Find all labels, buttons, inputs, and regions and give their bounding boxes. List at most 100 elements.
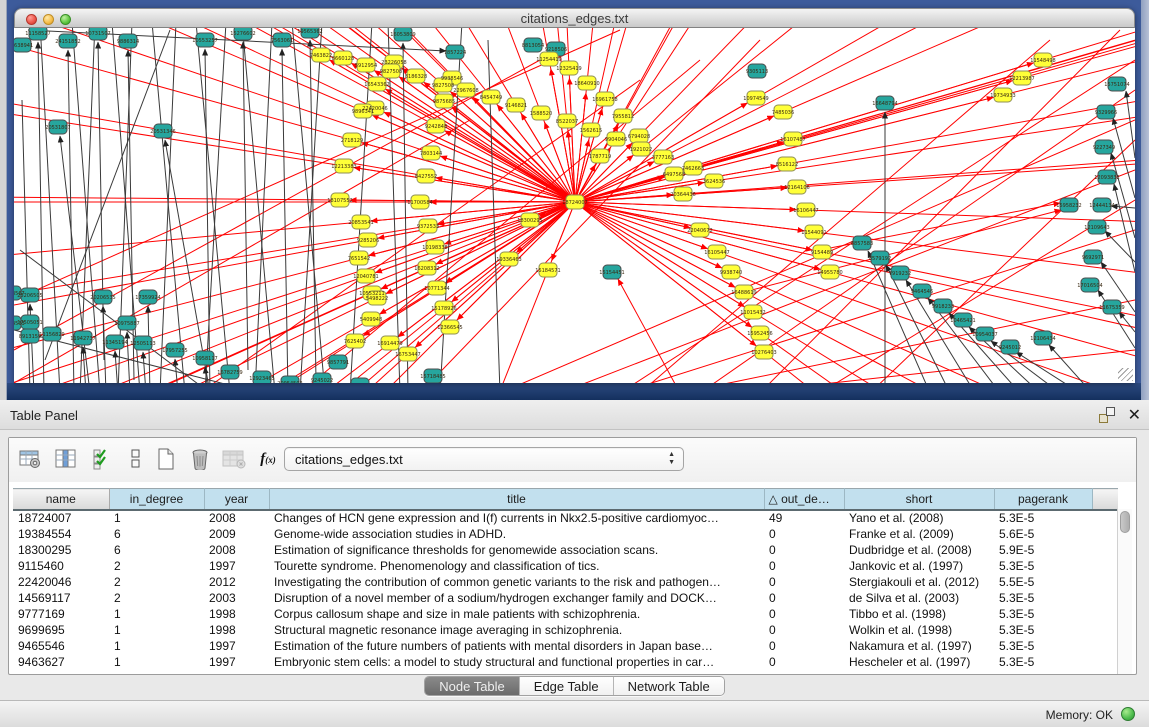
float-panel-icon[interactable] [1099, 407, 1115, 423]
table-cell[interactable] [1092, 510, 1118, 526]
delete-column-button[interactable] [187, 446, 213, 472]
table-cell[interactable]: 2 [109, 574, 204, 590]
show-columns-button[interactable] [53, 446, 79, 472]
table-cell[interactable] [1092, 606, 1118, 622]
table-cell[interactable]: 0 [764, 526, 844, 542]
table-cell[interactable]: Tourette syndrome. Phenomenology and cla… [269, 558, 764, 574]
table-cell[interactable]: 0 [764, 590, 844, 606]
table-row[interactable]: 1872400712008Changes of HCN gene express… [13, 510, 1118, 526]
table-cell[interactable]: 0 [764, 574, 844, 590]
table-cell[interactable]: 2 [109, 590, 204, 606]
table-cell[interactable]: 14569117 [13, 590, 109, 606]
column-header-name[interactable]: name [13, 489, 109, 510]
table-cell[interactable]: 9777169 [13, 606, 109, 622]
table-cell[interactable]: 9465546 [13, 638, 109, 654]
table-row[interactable]: 946362711997Embryonic stem cells: a mode… [13, 654, 1118, 670]
table-cell[interactable]: Embryonic stem cells: a model to study s… [269, 654, 764, 670]
table-cell[interactable] [1092, 542, 1118, 558]
table-cell[interactable]: 2 [109, 558, 204, 574]
table-cell[interactable]: Corpus callosum shape and size in male p… [269, 606, 764, 622]
table-cell[interactable]: Estimation of significance thresholds fo… [269, 542, 764, 558]
table-cell[interactable] [1092, 622, 1118, 638]
table-cell[interactable]: 1998 [204, 606, 269, 622]
table-cell[interactable]: de Silva et al. (2003) [844, 590, 994, 606]
table-cell[interactable]: Nakamura et al. (1997) [844, 638, 994, 654]
network-window-titlebar[interactable]: citations_edges.txt [14, 8, 1135, 28]
table-cell[interactable]: Franke et al. (2009) [844, 526, 994, 542]
table-cell[interactable]: 9463627 [13, 654, 109, 670]
table-cell[interactable]: 0 [764, 606, 844, 622]
table-cell[interactable]: 6 [109, 542, 204, 558]
row-height-button[interactable] [123, 446, 149, 472]
table-cell[interactable]: Jankovic et al. (1997) [844, 558, 994, 574]
table-cell[interactable]: 1 [109, 606, 204, 622]
column-header-out_degree[interactable]: △ out_de… [764, 489, 844, 510]
scrollbar-thumb[interactable] [1120, 511, 1130, 533]
table-cell[interactable]: 1997 [204, 654, 269, 670]
table-cell[interactable]: Structural magnetic resonance image aver… [269, 622, 764, 638]
table-cell[interactable]: Stergiakouli et al. (2012) [844, 574, 994, 590]
table-cell[interactable] [1092, 574, 1118, 590]
table-cell[interactable]: Hescheler et al. (1997) [844, 654, 994, 670]
table-row[interactable]: 977716911998Corpus callosum shape and si… [13, 606, 1118, 622]
table-cell[interactable]: 2008 [204, 542, 269, 558]
table-cell[interactable]: 5.3E-5 [994, 606, 1092, 622]
memory-indicator-icon[interactable] [1121, 707, 1135, 721]
table-row[interactable]: 2242004622012Investigating the contribut… [13, 574, 1118, 590]
table-cell[interactable]: 0 [764, 622, 844, 638]
table-cell[interactable] [1092, 590, 1118, 606]
column-header-short[interactable]: short [844, 489, 994, 510]
window-resize-grip[interactable] [1118, 368, 1133, 381]
table-cell[interactable]: Wolkin et al. (1998) [844, 622, 994, 638]
table-cell[interactable] [1092, 558, 1118, 574]
table-cell[interactable]: 18724007 [13, 510, 109, 526]
table-cell[interactable]: 19384554 [13, 526, 109, 542]
table-row[interactable]: 1938455462009Genome-wide association stu… [13, 526, 1118, 542]
table-cell[interactable]: Disruption of a novel member of a sodium… [269, 590, 764, 606]
create-column-button[interactable] [153, 446, 179, 472]
table-cell[interactable]: 1 [109, 510, 204, 526]
table-cell[interactable]: 9699695 [13, 622, 109, 638]
function-builder-button[interactable]: f(x) [255, 446, 281, 472]
column-header-in_degree[interactable]: in_degree [109, 489, 204, 510]
delete-table-button[interactable] [221, 446, 247, 472]
table-cell[interactable]: Genome-wide association studies in ADHD. [269, 526, 764, 542]
close-panel-icon[interactable]: ✕ [1128, 405, 1141, 425]
table-cell[interactable]: 1 [109, 638, 204, 654]
table-cell[interactable]: 5.3E-5 [994, 510, 1092, 526]
table-selector-dropdown[interactable]: citations_edges.txt ▲▼ [284, 447, 684, 471]
table-cell[interactable]: 1 [109, 622, 204, 638]
table-cell[interactable]: Yano et al. (2008) [844, 510, 994, 526]
desktop-right-scroll-strip[interactable] [1141, 0, 1149, 400]
tab-edge-table[interactable]: Edge Table [520, 677, 614, 695]
table-cell[interactable]: 1998 [204, 622, 269, 638]
table-cell[interactable]: 5.3E-5 [994, 638, 1092, 654]
table-cell[interactable]: 0 [764, 542, 844, 558]
table-cell[interactable]: Tibbo et al. (1998) [844, 606, 994, 622]
network-canvas[interactable]: 1115852724151852107315079886314105532571… [14, 28, 1135, 383]
table-cell[interactable]: 5.3E-5 [994, 622, 1092, 638]
table-cell[interactable]: 2009 [204, 526, 269, 542]
selection-mode-button[interactable] [89, 446, 115, 472]
table-cell[interactable]: Changes of HCN gene expression and I(f) … [269, 510, 764, 526]
table-cell[interactable]: 1997 [204, 638, 269, 654]
column-header-year[interactable]: year [204, 489, 269, 510]
table-cell[interactable]: 5.6E-5 [994, 526, 1092, 542]
table-row[interactable]: 969969511998Structural magnetic resonanc… [13, 622, 1118, 638]
table-row[interactable]: 911546021997Tourette syndrome. Phenomeno… [13, 558, 1118, 574]
table-cell[interactable]: 5.3E-5 [994, 558, 1092, 574]
table-cell[interactable] [1092, 638, 1118, 654]
table-cell[interactable] [1092, 654, 1118, 670]
table-cell[interactable]: 0 [764, 558, 844, 574]
table-cell[interactable]: 6 [109, 526, 204, 542]
table-cell[interactable]: 5.9E-5 [994, 542, 1092, 558]
table-cell[interactable]: 18300295 [13, 542, 109, 558]
tab-node-table[interactable]: Node Table [425, 677, 520, 695]
network-graph[interactable]: 1115852724151852107315079886314105532571… [14, 28, 1135, 383]
table-cell[interactable]: 49 [764, 510, 844, 526]
table-vertical-scrollbar[interactable] [1117, 509, 1132, 674]
table-cell[interactable]: 0 [764, 654, 844, 670]
table-row[interactable]: 946554611997Estimation of the future num… [13, 638, 1118, 654]
table-cell[interactable]: 1997 [204, 558, 269, 574]
table-cell[interactable]: 1 [109, 654, 204, 670]
